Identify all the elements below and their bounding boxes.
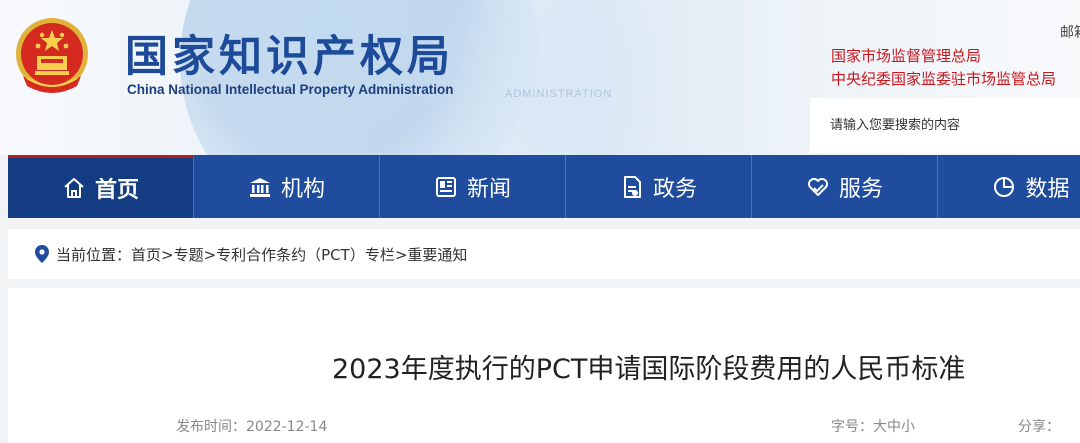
nav-item-label: 政务 (652, 176, 697, 202)
nav-item-data[interactable]: 数据 (938, 155, 1080, 218)
nav-item-label: 新闻 (466, 176, 511, 202)
nav-item-news[interactable]: 新闻 (380, 155, 566, 218)
font-size-medium-button[interactable]: 中 (887, 416, 901, 436)
share-section: 分享： (1018, 416, 1060, 436)
samr-link[interactable]: 国家市场监督管理总局 (831, 45, 981, 66)
news-icon (435, 176, 456, 197)
institution-icon (249, 177, 270, 197)
nav-item-label: 数据 (1025, 176, 1070, 202)
mailbox-link[interactable]: 邮箱 (1060, 22, 1080, 42)
home-icon (64, 178, 84, 198)
font-size-small-button[interactable]: 小 (901, 416, 915, 436)
font-size-label: 字号： (831, 419, 873, 435)
header-watermark: ADMINISTRATION (505, 88, 613, 100)
site-logo-english[interactable]: China National Intellectual Property Adm… (127, 82, 454, 97)
globe-background-glow (420, 0, 680, 155)
nav-item-service[interactable]: 服务 (752, 155, 938, 218)
location-pin-icon (35, 245, 49, 263)
main-navigation: 首页 机构 新闻 政务 服务 数据 (8, 155, 1080, 218)
article-panel: 2023年度执行的PCT申请国际阶段费用的人民币标准 发布时间：2022-12-… (8, 288, 1080, 443)
nav-item-institution[interactable]: 机构 (194, 155, 380, 218)
site-logo-chinese[interactable]: 国家知识产权局 (125, 22, 454, 84)
data-chart-icon (994, 176, 1015, 197)
breadcrumb-text[interactable]: 当前位置：首页>专题>专利合作条约（PCT）专栏>重要通知 (56, 244, 467, 265)
nav-item-label: 机构 (280, 176, 325, 202)
discipline-inspection-link[interactable]: 中央纪委国家监委驻市场监管总局 (831, 68, 1056, 89)
search-box (810, 98, 1080, 153)
nav-item-home[interactable]: 首页 (8, 155, 194, 218)
share-label: 分享： (1018, 419, 1060, 435)
font-size-controls: 字号：大中小 (831, 416, 915, 436)
search-input[interactable] (830, 115, 1070, 135)
publish-label: 发布时间： (176, 419, 246, 435)
publish-info: 发布时间：2022-12-14 (176, 416, 327, 436)
nav-item-government-affairs[interactable]: 政务 (566, 155, 752, 218)
national-emblem-icon (16, 18, 88, 93)
service-icon (807, 177, 828, 196)
publish-date: 2022-12-14 (246, 419, 328, 435)
site-header: ADMINISTRATION 国家知识产权局 China National In… (0, 0, 1080, 155)
breadcrumb: 当前位置：首页>专题>专利合作条约（PCT）专栏>重要通知 (8, 229, 1080, 279)
government-affairs-icon (623, 175, 641, 198)
nav-item-label: 首页 (94, 178, 139, 203)
font-size-large-button[interactable]: 大 (873, 416, 887, 436)
article-title: 2023年度执行的PCT申请国际阶段费用的人民币标准 (332, 354, 966, 385)
nav-item-label: 服务 (838, 176, 883, 202)
